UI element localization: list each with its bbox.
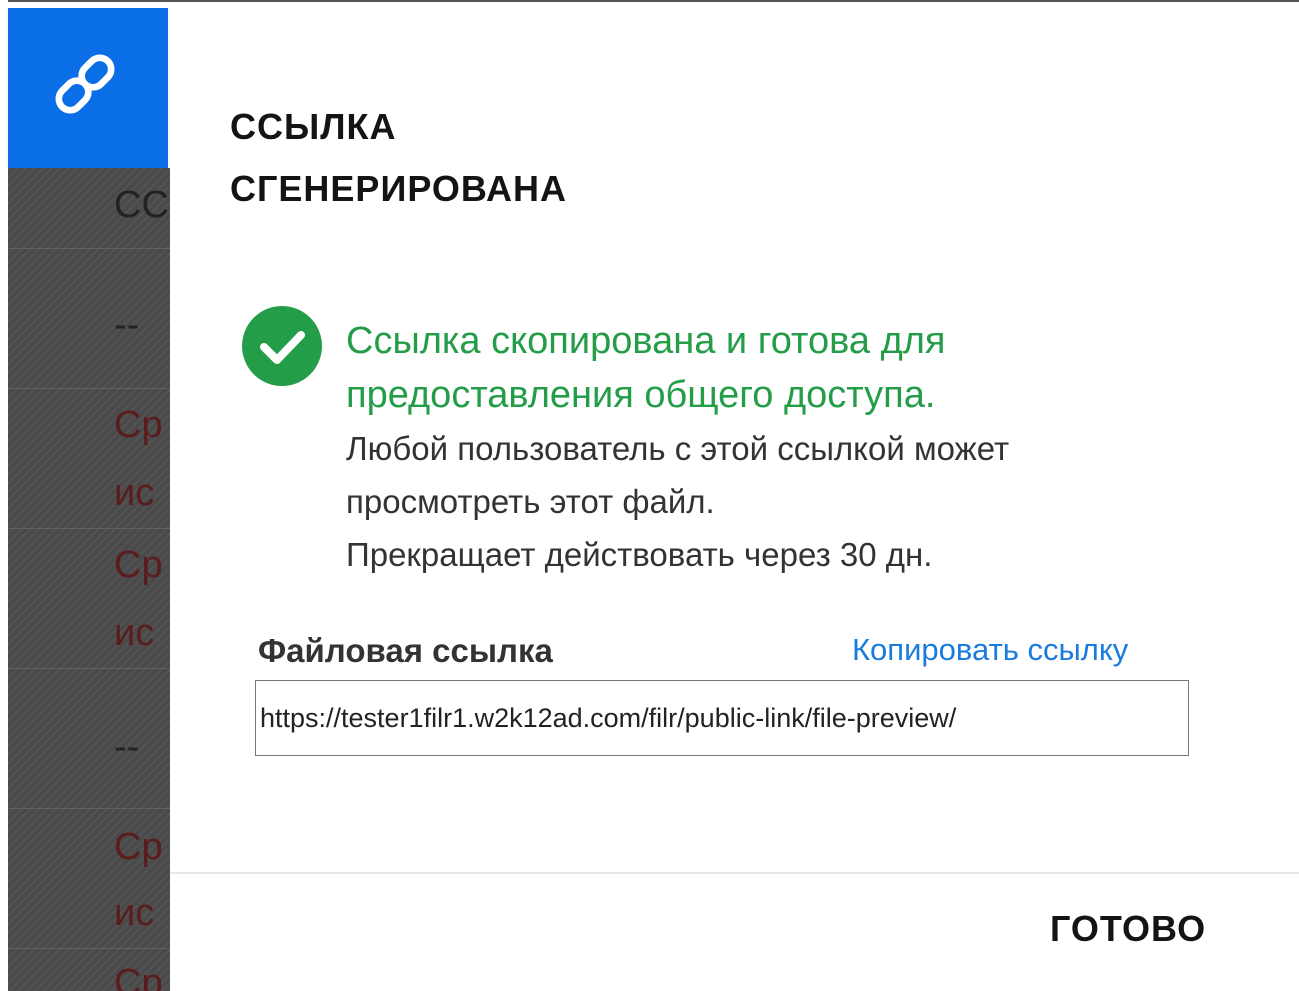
- background-list-item: Ср: [114, 962, 163, 991]
- success-message-line: Ссылка скопирована и готова для: [346, 320, 946, 362]
- background-row-divider: [8, 528, 170, 529]
- background-list-item: --: [114, 304, 140, 346]
- description-line: Любой пользователь с этой ссылкой может: [346, 430, 1010, 467]
- background-list-item: --: [114, 726, 140, 768]
- background-row-divider: [8, 808, 170, 809]
- link-tile: [8, 8, 168, 168]
- link-description: Любой пользователь с этой ссылкой может …: [346, 422, 1246, 581]
- background-list-item: ис: [114, 892, 155, 934]
- background-list-item: СС: [114, 184, 169, 226]
- background-row-divider: [8, 248, 170, 249]
- background-row-divider: [8, 948, 170, 949]
- footer-divider: [170, 872, 1299, 874]
- background-list-item: ис: [114, 472, 155, 514]
- file-link-label: Файловая ссылка: [258, 632, 553, 669]
- background-list: СС -- Ср ис Ср ис -- Ср ис Ср: [8, 168, 170, 991]
- file-link-input[interactable]: [255, 680, 1189, 756]
- description-line: просмотреть этот файл.: [346, 483, 715, 520]
- done-button[interactable]: ГОТОВО: [1050, 908, 1206, 950]
- background-list-item: Ср: [114, 544, 163, 586]
- check-circle-icon: [242, 306, 322, 386]
- success-message: Ссылка скопирована и готова для предоста…: [346, 314, 1246, 422]
- background-row-divider: [8, 668, 170, 669]
- left-edge: [0, 0, 8, 991]
- dialog-title-line: ССЫЛКА: [230, 106, 397, 147]
- link-chain-icon: [55, 54, 115, 114]
- link-generated-dialog: ССЫЛКА СГЕНЕРИРОВАНА Ссылка скопирована …: [170, 2, 1299, 991]
- expiry-note: Прекращает действовать через 30 дн.: [346, 536, 933, 573]
- background-row-divider: [8, 388, 170, 389]
- background-list-item: Ср: [114, 826, 163, 868]
- dialog-title: ССЫЛКА СГЕНЕРИРОВАНА: [230, 96, 567, 220]
- copy-link-button[interactable]: Копировать ссылку: [852, 632, 1128, 668]
- dialog-title-line: СГЕНЕРИРОВАНА: [230, 168, 568, 209]
- background-list-item: Ср: [114, 404, 163, 446]
- background-list-item: ис: [114, 612, 155, 654]
- success-message-line: предоставления общего доступа.: [346, 374, 936, 416]
